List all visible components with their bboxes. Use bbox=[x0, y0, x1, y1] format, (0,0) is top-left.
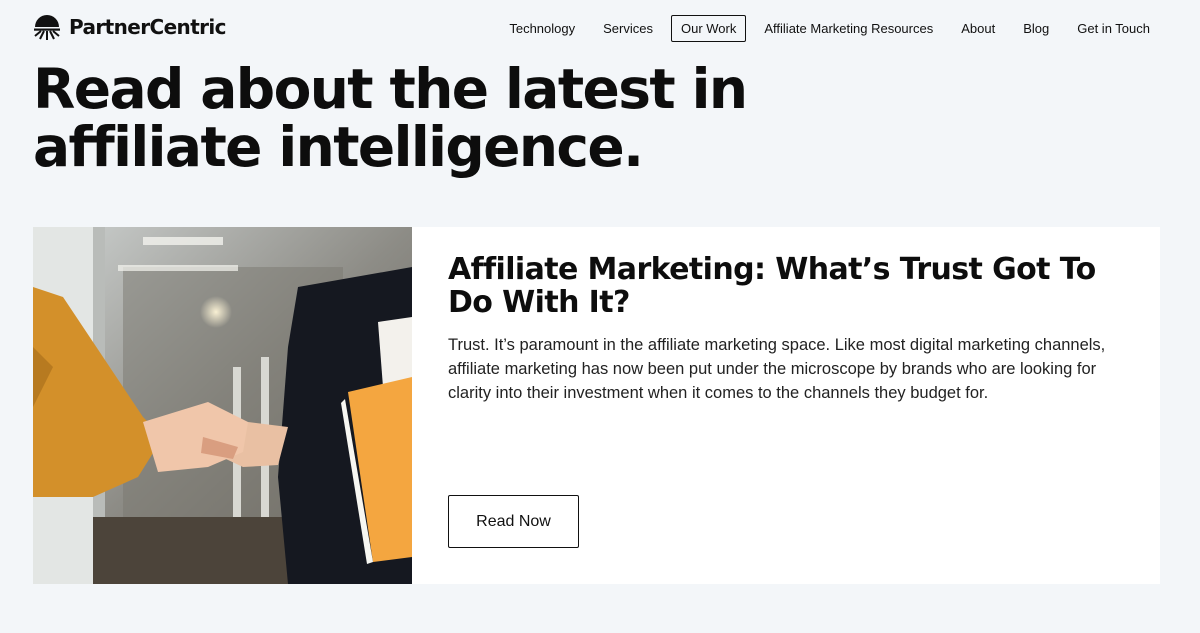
handshake-photo bbox=[33, 227, 412, 584]
nav-affiliate-marketing-resources[interactable]: Affiliate Marketing Resources bbox=[754, 15, 943, 42]
sunrise-logo-icon bbox=[34, 15, 60, 40]
article-title[interactable]: Affiliate Marketing: What’s Trust Got To… bbox=[448, 253, 1138, 319]
brand-name: PartnerCentric bbox=[69, 15, 227, 39]
main-nav: Technology Services Our Work Affiliate M… bbox=[491, 15, 1160, 42]
nav-get-in-touch[interactable]: Get in Touch bbox=[1067, 15, 1160, 42]
page-title: Read about the latest in affiliate intel… bbox=[33, 60, 793, 176]
article-image[interactable] bbox=[33, 227, 412, 584]
page-title-line-2: affiliate intelligence. bbox=[33, 115, 644, 179]
read-now-button[interactable]: Read Now bbox=[448, 495, 579, 548]
nav-services[interactable]: Services bbox=[593, 15, 663, 42]
brand-logo[interactable]: PartnerCentric bbox=[33, 13, 227, 41]
article-body: Affiliate Marketing: What’s Trust Got To… bbox=[412, 227, 1160, 584]
article-excerpt: Trust. It’s paramount in the affiliate m… bbox=[448, 336, 1106, 402]
nav-technology[interactable]: Technology bbox=[499, 15, 585, 42]
page-title-line-1: Read about the latest in bbox=[33, 57, 748, 121]
nav-our-work[interactable]: Our Work bbox=[670, 15, 747, 42]
nav-about[interactable]: About bbox=[951, 15, 1005, 42]
site-header: PartnerCentric Technology Services Our W… bbox=[0, 0, 1200, 56]
article-card: Affiliate Marketing: What’s Trust Got To… bbox=[33, 227, 1160, 584]
nav-blog[interactable]: Blog bbox=[1013, 15, 1059, 42]
